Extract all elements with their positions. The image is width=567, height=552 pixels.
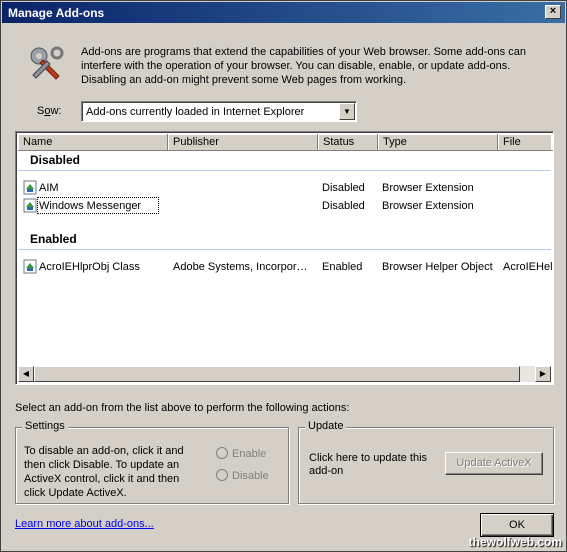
enable-radio[interactable]: Enable	[216, 447, 266, 460]
manage-addons-window: Manage Add-ons × Add-ons are programs th…	[0, 0, 567, 552]
addon-icon	[23, 198, 37, 213]
group-divider	[18, 170, 551, 171]
close-icon: ×	[549, 5, 557, 17]
scroll-left-icon[interactable]: ◀	[18, 366, 34, 382]
list-item[interactable]: AcroIEHlprObj Class Adobe Systems, Incor…	[18, 259, 553, 276]
list-header: Name Publisher Status Type File	[18, 134, 553, 151]
show-dropdown-value: Add-ons currently loaded in Internet Exp…	[86, 106, 305, 118]
disable-radio[interactable]: Disable	[216, 469, 269, 482]
addon-type: Browser Extension	[382, 182, 474, 194]
column-name[interactable]: Name	[18, 134, 168, 151]
horizontal-scrollbar[interactable]: ◀ ▶	[18, 366, 551, 382]
window-title: Manage Add-ons	[8, 6, 105, 20]
update-legend: Update	[305, 420, 347, 432]
settings-group: Settings To disable an add-on, click it …	[15, 420, 289, 504]
radio-icon	[216, 447, 228, 459]
show-label: Sow:	[37, 105, 62, 117]
addon-icon	[23, 259, 37, 274]
radio-icon	[216, 469, 228, 481]
actions-prompt: Select an add-on from the list above to …	[15, 402, 350, 414]
list-item[interactable]: AIM Disabled Browser Extension	[18, 180, 551, 197]
show-dropdown[interactable]: Add-ons currently loaded in Internet Exp…	[81, 101, 357, 122]
intro-text: Add-ons are programs that extend the cap…	[81, 46, 526, 86]
settings-text: To disable an add-on, click it and then …	[24, 445, 184, 499]
title-bar: Manage Add-ons ×	[2, 2, 565, 23]
update-text: Click here to update this add-on	[309, 452, 428, 477]
addon-file: AcroIEHelp	[503, 261, 553, 273]
enable-label: Enable	[232, 448, 267, 460]
watermark: thewolfweb.com	[468, 535, 562, 549]
column-file[interactable]: File	[498, 134, 553, 151]
scroll-thumb[interactable]	[34, 366, 520, 382]
addon-status: Disabled	[322, 182, 365, 194]
addon-status: Disabled	[322, 200, 365, 212]
tools-icon	[30, 46, 64, 80]
addon-name: Windows Messenger	[39, 200, 142, 212]
addon-publisher: Adobe Systems, Incorpor…	[173, 261, 308, 273]
group-divider	[18, 249, 551, 250]
dropdown-arrow-icon[interactable]: ▼	[339, 103, 355, 120]
column-type[interactable]: Type	[378, 134, 498, 151]
ok-button[interactable]: OK	[480, 513, 554, 537]
column-status[interactable]: Status	[318, 134, 378, 151]
close-button[interactable]: ×	[545, 5, 561, 19]
addon-icon	[23, 180, 37, 195]
group-enabled-title: Enabled	[30, 232, 77, 246]
list-item[interactable]: Windows Messenger Disabled Browser Exten…	[18, 197, 551, 215]
addon-type: Browser Extension	[382, 200, 474, 212]
learn-more-link[interactable]: Learn more about add-ons...	[15, 518, 154, 530]
update-group: Update Click here to update this add-on …	[298, 420, 554, 504]
addon-type: Browser Helper Object	[382, 261, 493, 273]
disable-label: Disable	[232, 470, 269, 482]
settings-legend: Settings	[22, 420, 68, 432]
addon-name: AIM	[39, 182, 59, 194]
addons-list[interactable]: Name Publisher Status Type File Disabled…	[15, 131, 554, 385]
group-disabled-title: Disabled	[30, 153, 81, 167]
update-activex-button[interactable]: Update ActiveX	[445, 452, 543, 475]
addon-name: AcroIEHlprObj Class	[39, 261, 140, 273]
scroll-right-icon[interactable]: ▶	[535, 366, 551, 382]
addon-status: Enabled	[322, 261, 363, 273]
column-publisher[interactable]: Publisher	[168, 134, 318, 151]
